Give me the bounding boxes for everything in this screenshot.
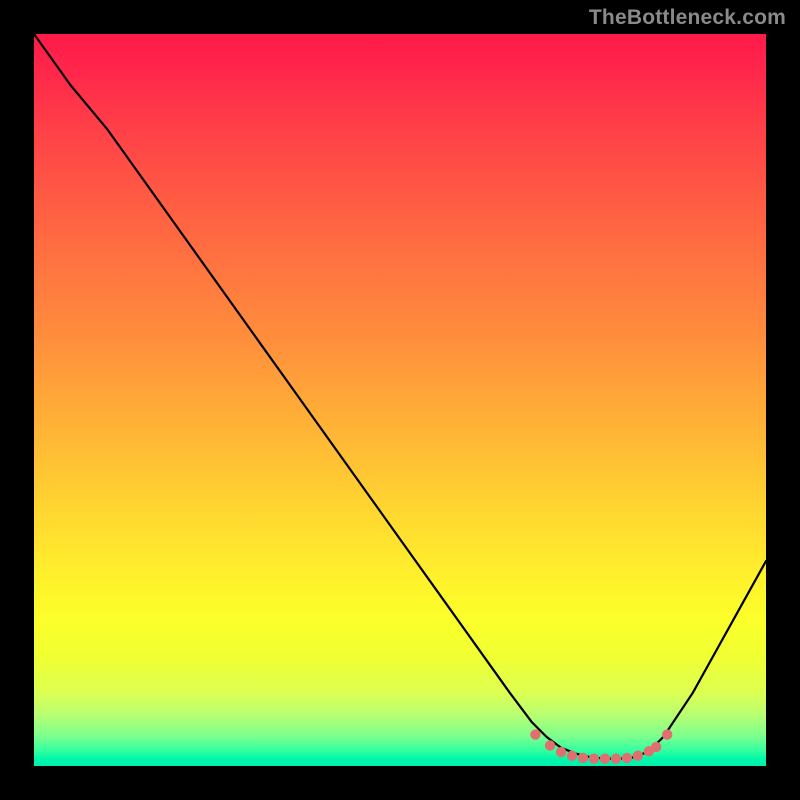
chart-container: TheBottleneck.com [0, 0, 800, 800]
watermark: TheBottleneck.com [589, 6, 786, 30]
valley-dots [530, 729, 672, 764]
curve-line [34, 34, 766, 759]
plot-area [34, 34, 766, 766]
chart-svg [34, 34, 766, 766]
